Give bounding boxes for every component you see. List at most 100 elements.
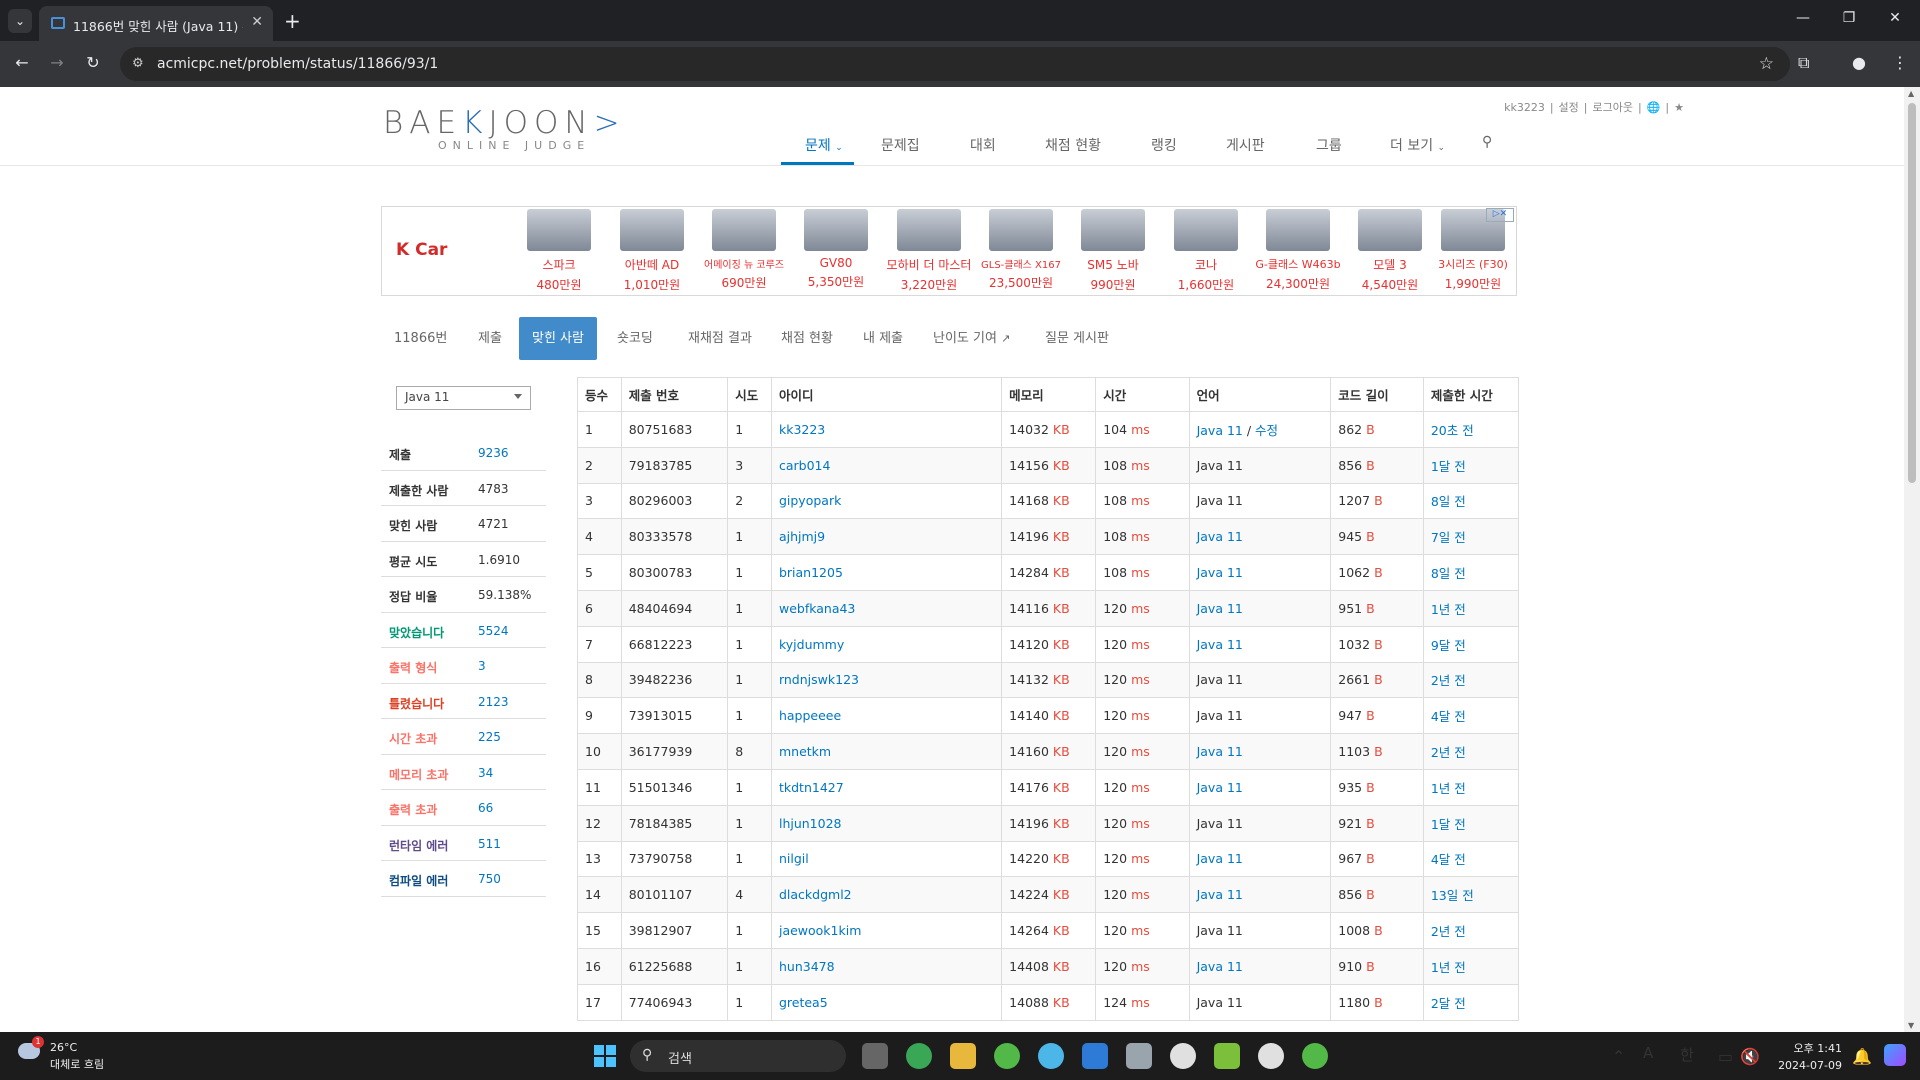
tab-problem[interactable]: 11866번 <box>381 317 460 360</box>
app-icon[interactable] <box>1214 1043 1240 1069</box>
user-link[interactable]: rndnjswk123 <box>779 672 859 687</box>
language-link[interactable]: Java 11 <box>1197 529 1243 544</box>
site-info-icon[interactable]: ⚙ <box>132 56 148 72</box>
ime-mode[interactable]: A <box>1643 1044 1653 1062</box>
nav-contests[interactable]: 대회 <box>970 135 996 155</box>
file-explorer-icon[interactable] <box>950 1043 976 1069</box>
user-link[interactable]: gipyopark <box>779 493 841 508</box>
taskbar-search[interactable]: ⚲ 검색 <box>630 1040 846 1072</box>
language-link[interactable]: Java 11 <box>1197 637 1243 652</box>
submitted-time-link[interactable]: 20초 전 <box>1431 423 1474 438</box>
tray-overflow-icon[interactable]: ⌃ <box>1612 1047 1625 1066</box>
submitted-time-link[interactable]: 9달 전 <box>1431 638 1466 653</box>
site-logo[interactable]: BAEKJOON> ONLINE JUDGE <box>383 105 633 152</box>
ad-car[interactable]: 아반떼 AD 1,010만원 <box>607 209 697 293</box>
ad-car[interactable]: SM5 노바 990만원 <box>1068 209 1158 293</box>
user-link[interactable]: lhjun1028 <box>779 816 842 831</box>
restore-button[interactable]: ❐ <box>1826 10 1872 26</box>
submitted-time-link[interactable]: 4달 전 <box>1431 709 1466 724</box>
start-button[interactable] <box>594 1045 616 1067</box>
user-link[interactable]: carb014 <box>779 458 830 473</box>
network-icon[interactable]: ▭ <box>1718 1047 1733 1066</box>
user-link[interactable]: ajhjmj9 <box>779 529 825 544</box>
ad-car[interactable]: 코나 1,660만원 <box>1161 209 1251 293</box>
nav-board[interactable]: 게시판 <box>1226 135 1265 155</box>
language-filter-select[interactable]: Java 11 <box>396 386 531 410</box>
user-link[interactable]: nilgil <box>779 851 809 866</box>
submitted-time-link[interactable]: 2년 전 <box>1431 745 1466 760</box>
page-scrollbar[interactable]: ▲ ▼ <box>1904 87 1920 1032</box>
profile-icon[interactable]: ● <box>1852 53 1866 72</box>
edit-link[interactable]: 수정 <box>1255 423 1278 438</box>
app-icon[interactable] <box>1170 1043 1196 1069</box>
submitted-time-link[interactable]: 2년 전 <box>1431 924 1466 939</box>
close-tab-icon[interactable]: ✕ <box>251 14 263 30</box>
stat-value[interactable]: 511 <box>478 837 501 851</box>
language-link[interactable]: Java 11 <box>1197 780 1243 795</box>
search-icon[interactable]: ⚲ <box>1482 134 1492 150</box>
stat-value[interactable]: 2123 <box>478 695 509 709</box>
menu-icon[interactable]: ⋮ <box>1892 53 1908 72</box>
submitted-time-link[interactable]: 13일 전 <box>1431 888 1474 903</box>
submitted-time-link[interactable]: 8일 전 <box>1431 494 1466 509</box>
user-link[interactable]: tkdtn1427 <box>779 780 844 795</box>
submitted-time-link[interactable]: 1달 전 <box>1431 459 1466 474</box>
stat-value[interactable]: 3 <box>478 659 486 673</box>
user-link[interactable]: kk3223 <box>779 422 825 437</box>
user-link[interactable]: webfkana43 <box>779 601 855 616</box>
reload-button[interactable]: ↻ <box>82 53 104 72</box>
user-link[interactable]: mnetkm <box>779 744 831 759</box>
stat-value[interactable]: 34 <box>478 766 493 780</box>
nav-status[interactable]: 채점 현황 <box>1045 135 1101 155</box>
settings-link[interactable]: 설정 <box>1559 101 1579 114</box>
language-link[interactable]: Java 11 <box>1197 959 1243 974</box>
forward-button[interactable]: → <box>46 53 68 72</box>
user-link[interactable]: hun3478 <box>779 959 835 974</box>
stat-value[interactable]: 225 <box>478 730 501 744</box>
notification-bell-icon[interactable]: 🔔 <box>1852 1047 1872 1066</box>
tab-search-button[interactable]: ⌄ <box>8 9 32 33</box>
tab-difficulty[interactable]: 난이도 기여 ↗ <box>920 317 1023 360</box>
app-icon[interactable] <box>1038 1043 1064 1069</box>
user-link[interactable]: kyjdummy <box>779 637 844 652</box>
language-link[interactable]: Java 11 <box>1197 565 1243 580</box>
vscode-icon[interactable] <box>1082 1043 1108 1069</box>
ad-car[interactable]: GV80 5,350만원 <box>791 209 881 290</box>
scroll-down-icon[interactable]: ▼ <box>1908 1021 1914 1030</box>
tab-short-coding[interactable]: 숏코딩 <box>604 317 666 360</box>
stat-value[interactable]: 750 <box>478 872 501 886</box>
stat-value[interactable]: 66 <box>478 801 493 815</box>
language-link[interactable]: Java 11 <box>1197 601 1243 616</box>
user-link[interactable]: dlackdgml2 <box>779 887 852 902</box>
app-icon[interactable] <box>1126 1043 1152 1069</box>
user-link[interactable]: happeeee <box>779 708 841 723</box>
tab-accepted-users[interactable]: 맞힌 사람 <box>519 317 597 360</box>
user-link[interactable]: jaewook1kim <box>779 923 861 938</box>
scroll-up-icon[interactable]: ▲ <box>1908 89 1914 98</box>
tab-submit[interactable]: 제출 <box>465 317 515 360</box>
tab-rejudge[interactable]: 재채점 결과 <box>675 317 765 360</box>
minimize-button[interactable]: — <box>1780 10 1826 26</box>
ad-car[interactable]: 스파크 480만원 <box>514 209 604 293</box>
submitted-time-link[interactable]: 8일 전 <box>1431 566 1466 581</box>
logout-link[interactable]: 로그아웃 <box>1593 101 1633 114</box>
tab-my-submissions[interactable]: 내 제출 <box>850 317 916 360</box>
ad-car[interactable]: 모델 3 4,540만원 <box>1345 209 1435 293</box>
ad-car[interactable]: G-클래스 W463b 24,300만원 <box>1253 209 1343 292</box>
ad-banner[interactable]: K Car 스파크 480만원 아반떼 AD 1,010만원 어메이징 뉴 코루즈 6… <box>381 206 1517 296</box>
app-icon[interactable] <box>994 1043 1020 1069</box>
submitted-time-link[interactable]: 1년 전 <box>1431 781 1466 796</box>
submitted-time-link[interactable]: 2달 전 <box>1431 996 1466 1011</box>
tab-qna[interactable]: 질문 게시판 <box>1032 317 1122 360</box>
submitted-time-link[interactable]: 7일 전 <box>1431 530 1466 545</box>
nav-groups[interactable]: 그룹 <box>1316 135 1342 155</box>
globe-icon[interactable]: 🌐 <box>1647 101 1661 114</box>
submitted-time-link[interactable]: 4달 전 <box>1431 852 1466 867</box>
language-link[interactable]: Java 11 <box>1197 887 1243 902</box>
nav-workbooks[interactable]: 문제집 <box>881 135 920 155</box>
language-link[interactable]: Java 11 <box>1197 744 1243 759</box>
chrome-icon[interactable] <box>906 1043 932 1069</box>
back-button[interactable]: ← <box>11 53 33 72</box>
volume-mute-icon[interactable]: 🔇 <box>1740 1047 1760 1066</box>
star-icon[interactable]: ★ <box>1674 101 1684 114</box>
